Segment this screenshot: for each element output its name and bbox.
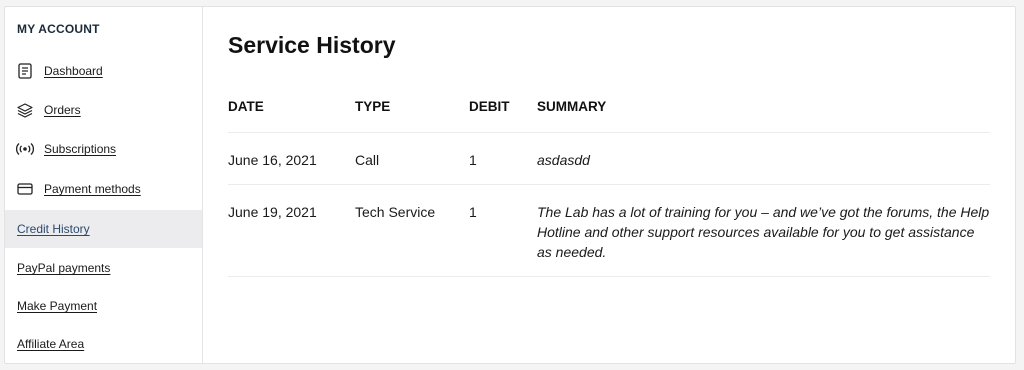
broadcast-icon xyxy=(16,140,34,158)
sidebar-heading: MY ACCOUNT xyxy=(17,22,100,36)
sidebar-item-make-payment[interactable]: Make Payment xyxy=(5,294,202,318)
sidebar-item-label: Make Payment xyxy=(17,299,98,313)
sidebar-item-label: Subscriptions xyxy=(44,142,117,156)
cell-date: June 16, 2021 xyxy=(228,132,355,185)
cell-debit: 1 xyxy=(469,184,537,277)
page-title: Service History xyxy=(228,32,396,58)
credit-card-icon xyxy=(16,180,34,198)
table-header-row: DATE TYPE DEBIT SUMMARY xyxy=(228,89,990,133)
sidebar-item-affiliate-area[interactable]: Affiliate Area xyxy=(5,332,202,356)
column-header-type: TYPE xyxy=(355,89,469,133)
service-history-table: DATE TYPE DEBIT SUMMARY June 16, 2021 Ca… xyxy=(228,89,990,277)
sidebar-item-credit-history[interactable]: Credit History xyxy=(5,210,202,248)
sidebar-item-label: Credit History xyxy=(17,222,90,236)
cell-summary: asdasdd xyxy=(537,132,990,185)
sidebar-item-orders[interactable]: Orders xyxy=(5,98,202,122)
layers-icon xyxy=(16,101,34,119)
cell-type: Call xyxy=(355,132,469,185)
main-content: Service History DATE TYPE DEBIT SUMMARY … xyxy=(203,7,1015,363)
table-row: June 16, 2021 Call 1 asdasdd xyxy=(228,132,990,185)
sidebar-item-dashboard[interactable]: Dashboard xyxy=(5,59,202,83)
table-row: June 19, 2021 Tech Service 1 The Lab has… xyxy=(228,184,990,277)
cell-summary: The Lab has a lot of training for you – … xyxy=(537,184,990,277)
sidebar-item-label: Payment methods xyxy=(44,182,141,196)
sidebar-item-paypal-payments[interactable]: PayPal payments xyxy=(5,256,202,280)
account-panel: MY ACCOUNT Dashboard Orders Subscription… xyxy=(4,6,1016,364)
account-sidebar: MY ACCOUNT Dashboard Orders Subscription… xyxy=(5,7,203,363)
column-header-debit: DEBIT xyxy=(469,89,537,133)
sidebar-item-label: Dashboard xyxy=(44,64,103,78)
cell-debit: 1 xyxy=(469,132,537,185)
sidebar-item-label: Orders xyxy=(44,103,81,117)
cell-type: Tech Service xyxy=(355,184,469,277)
sidebar-item-subscriptions[interactable]: Subscriptions xyxy=(5,137,202,161)
column-header-date: DATE xyxy=(228,89,355,133)
column-header-summary: SUMMARY xyxy=(537,89,990,133)
sidebar-item-label: Affiliate Area xyxy=(17,337,85,351)
dashboard-icon xyxy=(16,62,34,80)
sidebar-item-label: PayPal payments xyxy=(17,261,111,275)
sidebar-item-payment-methods[interactable]: Payment methods xyxy=(5,177,202,201)
cell-date: June 19, 2021 xyxy=(228,184,355,277)
